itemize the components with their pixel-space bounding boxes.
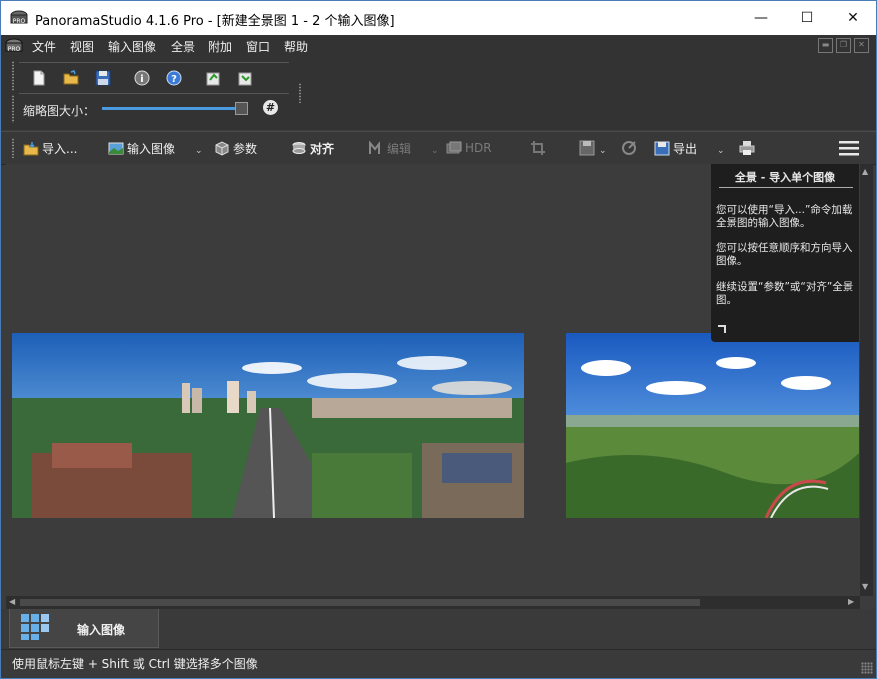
main-toolbar: 导入... 输入图像 ⌄ 参数 对齐 编辑 ⌄ HDR ⌄ 导出 ⌄ <box>1 131 876 165</box>
tab-input-images-label: 输入图像 <box>77 623 126 637</box>
input-image-thumbnail-1[interactable] <box>12 333 524 518</box>
minimize-icon: — <box>754 10 768 26</box>
input-images-dropdown-icon[interactable]: ⌄ <box>195 146 203 156</box>
status-bar: 使用鼠标左键 + Shift 或 Ctrl 键选择多个图像 <box>1 649 876 678</box>
hamburger-menu-icon[interactable] <box>839 139 859 157</box>
app-logo-icon: PRO <box>10 10 28 25</box>
crop-icon[interactable] <box>530 140 546 156</box>
align-label: 对齐 <box>310 141 335 156</box>
save-icon[interactable] <box>95 70 111 86</box>
import-folder-icon <box>23 141 39 155</box>
divider <box>19 62 289 63</box>
input-images-grid-icon <box>21 614 49 640</box>
edit-dropdown-icon[interactable]: ⌄ <box>431 146 439 156</box>
panel-collapse-icon[interactable] <box>717 324 727 334</box>
thumbnail-size-slider[interactable] <box>102 107 242 110</box>
toolbar-grip[interactable] <box>11 61 15 91</box>
thumbnail-size-slider-handle[interactable] <box>234 102 248 115</box>
export-dropdown-icon[interactable]: ⌄ <box>717 146 725 156</box>
tool-panel: i ? 缩略图大小： # <box>1 57 876 130</box>
scroll-thumb[interactable] <box>20 599 700 606</box>
params-label: 参数 <box>233 141 258 156</box>
maximize-button[interactable]: ☐ <box>784 1 830 35</box>
window-title: PanoramaStudio 4.1.6 Pro - [新建全景图 1 - 2 … <box>35 14 395 29</box>
scroll-right-icon[interactable]: ▶ <box>848 597 854 606</box>
new-file-icon[interactable] <box>31 70 47 86</box>
input-images-icon <box>108 142 124 154</box>
document-logo-icon[interactable]: PRO <box>5 38 23 54</box>
edit-icon <box>369 140 380 154</box>
params-button[interactable]: 参数 <box>214 139 257 157</box>
menu-file[interactable]: 文件 <box>32 38 56 55</box>
menu-panorama[interactable]: 全景 <box>171 38 195 55</box>
info-panel: 全景 - 导入单个图像 您可以使用“导入...”命令加载全景图的输入图像。 您可… <box>711 164 859 342</box>
svg-text:?: ? <box>171 74 177 85</box>
input-image-thumbnail-2[interactable] <box>566 333 859 518</box>
edit-label: 编辑 <box>387 141 412 156</box>
title-bar: PRO PanoramaStudio 4.1.6 Pro - [新建全景图 1 … <box>1 1 876 35</box>
input-images-button[interactable]: 输入图像 <box>108 139 175 157</box>
mdi-minimize-button[interactable]: ▬ <box>818 38 833 53</box>
grid-button[interactable]: # <box>263 100 278 115</box>
tab-input-images[interactable]: 输入图像 <box>9 609 159 648</box>
toolbar-grip[interactable] <box>11 95 15 123</box>
params-icon <box>215 140 229 156</box>
status-text: 使用鼠标左键 + Shift 或 Ctrl 键选择多个图像 <box>12 657 258 671</box>
mdi-close-button[interactable]: ✕ <box>854 38 869 53</box>
import-project-icon[interactable] <box>205 70 221 86</box>
maximize-icon: ☐ <box>800 10 814 26</box>
hdr-icon <box>446 141 462 153</box>
vertical-scrollbar[interactable]: ▲ ▼ <box>860 164 873 596</box>
menu-extras[interactable]: 附加 <box>208 38 232 55</box>
info-panel-paragraph-1: 您可以使用“导入...”命令加载全景图的输入图像。 <box>716 204 853 229</box>
info-panel-paragraph-2: 您可以按任意顺序和方向导入图像。 <box>716 242 853 267</box>
align-button[interactable]: 对齐 <box>291 139 334 157</box>
export-button[interactable]: 导出 <box>654 139 697 157</box>
svg-text:PRO: PRO <box>8 46 21 53</box>
scroll-down-icon[interactable]: ▼ <box>862 582 868 591</box>
import-button[interactable]: 导入... <box>23 139 77 157</box>
menu-view[interactable]: 视图 <box>70 38 94 55</box>
save-panorama-dropdown-icon[interactable]: ⌄ <box>599 146 607 156</box>
close-icon: ✕ <box>847 10 859 26</box>
menu-window[interactable]: 窗口 <box>246 38 270 55</box>
hdr-button[interactable]: HDR <box>446 139 492 157</box>
import-label: 导入... <box>42 141 78 156</box>
info-icon[interactable]: i <box>134 70 150 86</box>
print-icon[interactable] <box>739 140 755 156</box>
edit-button[interactable]: 编辑 <box>368 139 411 157</box>
hdr-label: HDR <box>465 141 492 155</box>
bottom-tab-bar: 输入图像 <box>1 609 876 649</box>
svg-text:i: i <box>140 74 143 85</box>
input-images-label: 输入图像 <box>127 141 176 156</box>
divider <box>719 187 853 188</box>
export-icon <box>654 141 670 155</box>
application-window: PRO PanoramaStudio 4.1.6 Pro - [新建全景图 1 … <box>0 0 877 679</box>
info-panel-heading: 全景 - 导入单个图像 <box>734 171 836 184</box>
close-button[interactable]: ✕ <box>830 1 876 35</box>
open-folder-icon[interactable] <box>63 70 79 86</box>
mdi-restore-button[interactable]: ❐ <box>836 38 851 53</box>
scroll-left-icon[interactable]: ◀ <box>9 597 15 606</box>
toolbar-grip[interactable] <box>298 83 302 103</box>
divider <box>19 93 289 94</box>
export-label: 导出 <box>673 141 698 156</box>
align-icon <box>292 141 306 154</box>
svg-text:PRO: PRO <box>13 18 26 25</box>
thumbnail-size-label: 缩略图大小： <box>23 104 96 118</box>
info-panel-paragraph-3: 继续设置“参数”或“对齐”全景图。 <box>716 281 854 306</box>
menu-help[interactable]: 帮助 <box>284 38 308 55</box>
save-panorama-icon[interactable] <box>579 140 595 156</box>
export-project-icon[interactable] <box>237 70 253 86</box>
toolbar-grip[interactable] <box>11 138 15 158</box>
horizontal-scrollbar[interactable]: ◀ ▶ <box>6 596 860 609</box>
help-icon[interactable]: ? <box>166 70 182 86</box>
minimize-button[interactable]: — <box>738 1 784 35</box>
menu-input-images[interactable]: 输入图像 <box>108 38 156 55</box>
resize-grip[interactable] <box>861 662 873 674</box>
share-icon[interactable] <box>621 140 637 156</box>
menu-bar: PRO 文件 视图 输入图像 全景 附加 窗口 帮助 ▬ ❐ ✕ <box>1 35 876 57</box>
scroll-up-icon[interactable]: ▲ <box>862 167 868 176</box>
